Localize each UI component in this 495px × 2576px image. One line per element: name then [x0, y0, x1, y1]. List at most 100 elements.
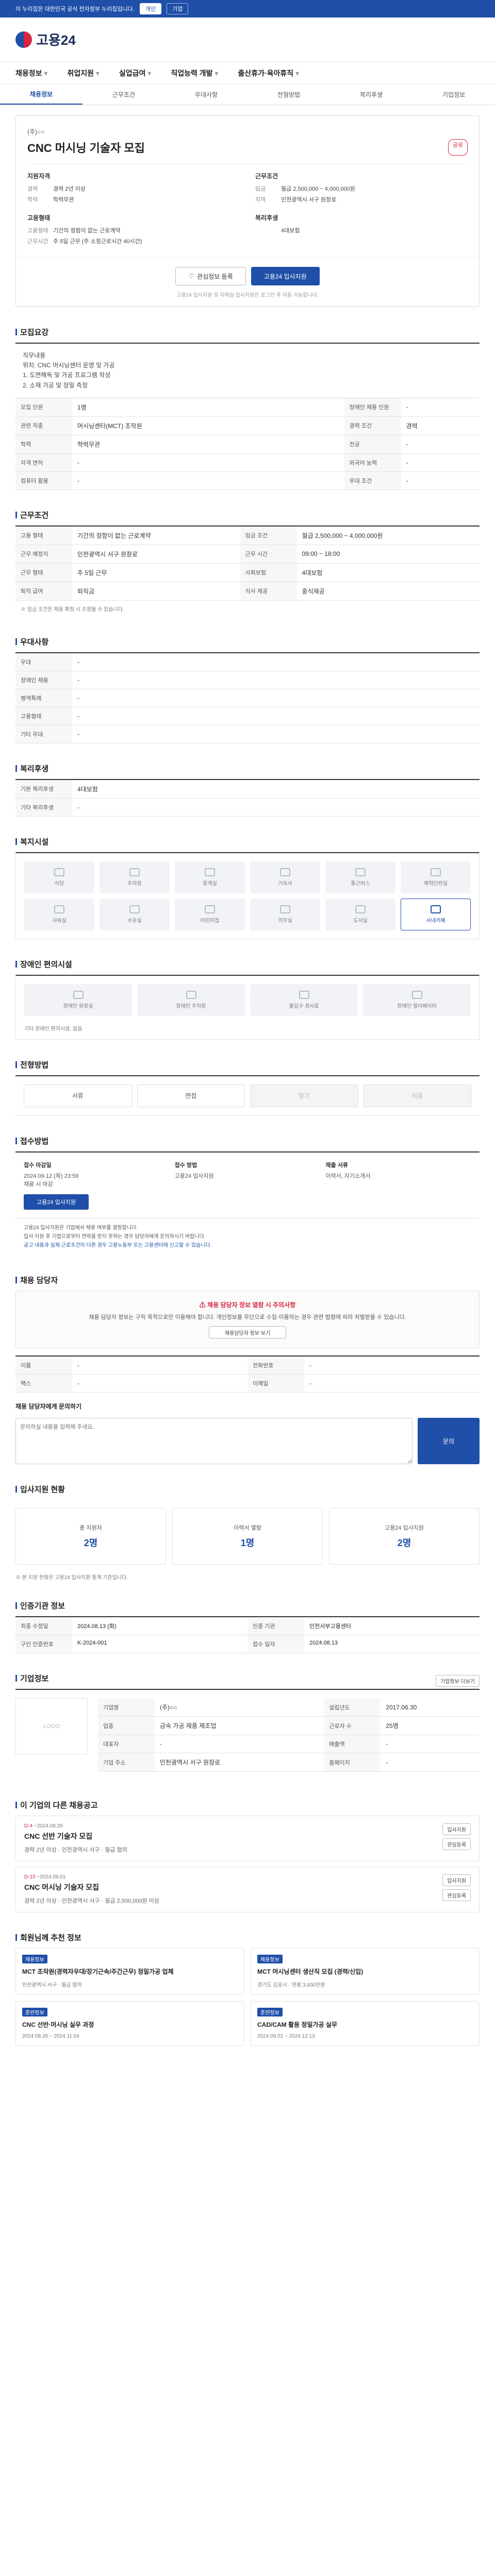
info-value: 2024.08.13 (화) [72, 1617, 248, 1636]
apply-note: 고용24 입사지원 및 이메일 입사지원은 로그인 후 이용 가능합니다. [176, 293, 319, 298]
recommend-card[interactable]: 채용정보 MCT 머시닝센터 생산직 모집 (경력/신입) 경기도 김포시 · 연봉… [251, 1948, 480, 1995]
company-label: 근로자 수 [324, 1716, 381, 1736]
recommend-card[interactable]: 채용정보 MCT 조작원(경력자우대/장기근속/주간근무) 정밀가공 업체 인천광역… [15, 1948, 244, 1995]
recommend-title[interactable]: MCT 머시닝센터 생산직 모집 (경력/신입) [257, 1968, 473, 1976]
section-title: 우대사항 [15, 636, 480, 647]
job-apply-button[interactable]: 입사지원 [442, 1874, 471, 1887]
facility-item: 도서실 [325, 898, 395, 930]
site-logo[interactable]: 고용24 [15, 30, 76, 49]
condition-row: 고용 형태 기간의 정함이 없는 근로계약 임금 조건 월급 2,500,000 ~ … [15, 526, 480, 545]
section-preferences: 우대사항 우대 - 장애인 채용 - 병역특례 - 고용형태 - 기타 우대 - [15, 636, 480, 743]
job-interest-button[interactable]: 관심등록 [442, 1889, 471, 1902]
inquiry-send-button[interactable]: 문의 [418, 1418, 480, 1465]
facility-label: 체력단련실 [424, 880, 448, 887]
info-label: 구인 인증번호 [15, 1635, 72, 1654]
process-step: 면접 [137, 1084, 245, 1107]
recruit-value: 머시닝센터(MCT) 조작원 [72, 416, 344, 435]
share-button[interactable]: 공유 [448, 139, 468, 156]
tab-company[interactable]: 기업정보 [412, 84, 495, 105]
tab-welfare[interactable]: 복리후생 [330, 84, 412, 105]
kv-key: 학력 [27, 197, 38, 203]
job-description: 직무내용 위치: CNC 머시닝센터 운영 및 가공 1. 도면해독 및 가공 … [15, 344, 480, 398]
preference-value: - [72, 653, 480, 671]
section-process: 전형방법 서류 면접 필기 최종 [15, 1059, 480, 1116]
recommend-title[interactable]: CNC 선반·머시닝 실무 과정 [22, 2021, 238, 2029]
recruit-value: - [72, 453, 344, 472]
job-item-title[interactable]: CNC 머시닝 기술자 모집 [24, 1882, 159, 1892]
facility-item: 어린이집 [175, 898, 245, 930]
section-stats: 입사지원 현황 총 지원자 2명 이력서 열람 1명 고용24 입사지원 2명 ※ 본 지… [15, 1484, 480, 1581]
accessibility-icon [186, 990, 196, 999]
main-nav: 채용정보 취업지원 실업급여 직업능력 개발 출산휴가·육아휴직 [0, 62, 495, 84]
condition-value: 인천광역시 서구 원창로 [72, 545, 240, 564]
inquiry-textarea[interactable] [15, 1418, 412, 1465]
facility-label: 사내카페 [426, 918, 446, 924]
recommend-card[interactable]: 훈련정보 CNC 선반·머시닝 실무 과정 2024.08.26 ~ 2024.11… [15, 2001, 244, 2046]
tab-process[interactable]: 전형방법 [248, 84, 330, 105]
recommend-title[interactable]: CAD/CAM 활용 정밀가공 실무 [257, 2021, 473, 2029]
condition-value: 4대보험 [296, 563, 480, 582]
gov-notice-bar: 이 누리집은 대한민국 공식 전자정부 누리집입니다. 개인 기업 [0, 0, 495, 18]
company-value: - [381, 1753, 480, 1772]
nav-item-leave[interactable]: 출산휴가·육아휴직 [238, 68, 299, 78]
interest-button[interactable]: ♡ 관심정보 등록 [175, 267, 246, 285]
nav-item-training[interactable]: 직업능력 개발 [171, 68, 218, 78]
apply-button-2[interactable]: 고용24 입사지원 [24, 1194, 89, 1210]
info-label: 최종 수정일 [15, 1617, 72, 1636]
facility-item: 체력단련실 [401, 861, 471, 893]
job-item-title[interactable]: CNC 선반 기술자 모집 [24, 1831, 127, 1841]
recommend-tag: 훈련정보 [257, 2008, 283, 2017]
contact-value: - [304, 1374, 480, 1393]
section-contact: 채용 담당자 ⚠ 채용 담당자 정보 열람 시 주의사항 채용 담당자 정보는 … [15, 1275, 480, 1465]
facility-icon [129, 905, 140, 913]
job-item-meta: 경력 2년 이상 · 인천광역시 서구 · 월급 2,500,000원 이상 [24, 1898, 159, 1905]
process-steps: 서류 면접 필기 최종 [15, 1076, 480, 1116]
job-item[interactable]: D-10 ~2024.09.01 CNC 머시닝 기술자 모집 경력 2년 이상 ·… [15, 1867, 480, 1913]
company-label: 대표자 [98, 1735, 155, 1754]
view-contact-button[interactable]: 채용담당자 정보 보기 [209, 1326, 286, 1339]
nav-item-unemployment[interactable]: 실업급여 [119, 68, 151, 78]
conditions-table: 고용 형태 기간의 정함이 없는 근로계약 임금 조건 월급 2,500,000 ~ … [15, 526, 480, 601]
disabled-facility-label: 장애인 화장실 [63, 1003, 93, 1009]
section-title: 이 기업의 다른 채용공고 [15, 1800, 480, 1810]
recruit-value: - [401, 471, 480, 490]
section-apply: 접수방법 접수 마감일 2024.09.12 (목) 23:59 채용 시 마감… [15, 1136, 480, 1255]
nav-item-jobs[interactable]: 채용정보 [15, 68, 47, 78]
preference-value: - [72, 707, 480, 725]
recommend-meta: 2024.09.02 ~ 2024.12.13 [257, 2033, 315, 2039]
accessibility-icon [299, 990, 309, 999]
recommend-card[interactable]: 훈련정보 CAD/CAM 활용 정밀가공 실무 2024.09.02 ~ 2024.… [251, 2001, 480, 2046]
company-value: - [155, 1735, 324, 1754]
kv-value: 인천광역시 서구 원창로 [281, 197, 337, 203]
facility-label: 휴게실 [203, 880, 217, 887]
tab-personal[interactable]: 개인 [139, 3, 162, 14]
tab-company[interactable]: 기업 [167, 3, 189, 14]
company-row: 기업명 (주)○○ 설립년도 2017.06.30 [98, 1698, 480, 1717]
facility-label: 통근버스 [351, 880, 370, 887]
nav-item-employment-support[interactable]: 취업지원 [67, 68, 99, 78]
condition-label: 퇴직 급여 [15, 582, 72, 601]
job-apply-button[interactable]: 입사지원 [442, 1823, 471, 1836]
tab-preferences[interactable]: 우대사항 [165, 84, 248, 105]
facility-item: 주차장 [100, 861, 170, 893]
info-value: 인천서부고용센터 [304, 1617, 480, 1636]
facility-icon [205, 868, 215, 876]
tab-recruit[interactable]: 채용정보 [0, 84, 82, 105]
recommend-meta: 2024.08.26 ~ 2024.11.04 [22, 2033, 79, 2039]
preference-row: 기타 우대 - [15, 725, 480, 743]
interest-label: 관심정보 등록 [197, 273, 233, 280]
recruit-label: 장애인 채용 인원 [344, 398, 401, 417]
company-more-button[interactable]: 기업정보 더보기 [435, 1675, 480, 1687]
job-date: ~2024.09.01 [35, 1874, 66, 1880]
section-conditions: 근무조건 고용 형태 기간의 정함이 없는 근로계약 임금 조건 월급 2,500,0… [15, 510, 480, 617]
info-label: 접수 일자 [248, 1635, 304, 1654]
job-item[interactable]: D-4 ~2024.08.26 CNC 선반 기술자 모집 경력 2년 이상 · 인… [15, 1816, 480, 1862]
apply-button[interactable]: 고용24 입사지원 [251, 267, 320, 285]
tab-conditions[interactable]: 근무조건 [82, 84, 165, 105]
recommend-title[interactable]: MCT 조작원(경력자우대/장기근속/주간근무) 정밀가공 업체 [22, 1968, 238, 1976]
warning-title: 채용 담당자 정보 열람 시 주의사항 [207, 1301, 296, 1309]
job-interest-button[interactable]: 관심등록 [442, 1838, 471, 1851]
facility-item: 휴게실 [175, 861, 245, 893]
company-value: 25명 [381, 1716, 480, 1736]
condition-row: 근무 형태 주 5일 근무 사회보험 4대보험 [15, 563, 480, 582]
